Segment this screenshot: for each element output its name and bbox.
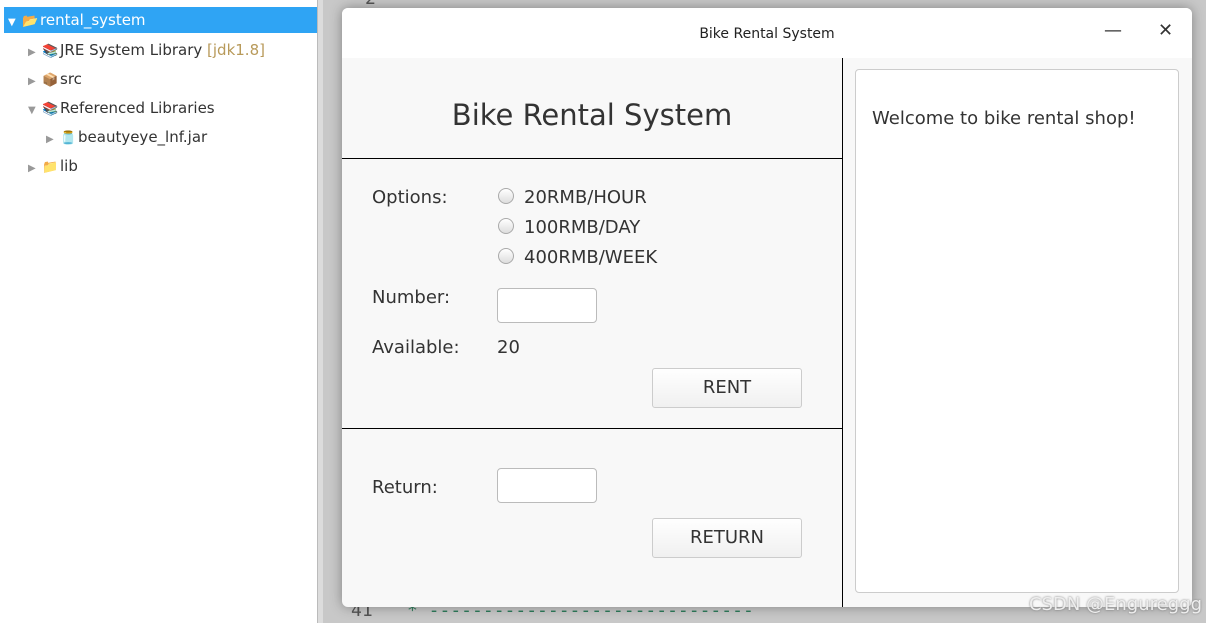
number-label: Number:: [372, 287, 451, 308]
project-icon: 📂: [22, 14, 39, 29]
number-input[interactable]: [497, 288, 597, 323]
jar-icon: 🫙: [60, 131, 77, 146]
tree-item-referenced-libraries[interactable]: ▼ 📚 Referenced Libraries: [28, 95, 215, 121]
available-value: 20: [497, 337, 520, 358]
return-button[interactable]: RETURN: [652, 518, 802, 558]
package-explorer: ▼ 📂 rental_system ▶ 📚 JRE System Library [jd…: [0, 0, 319, 623]
rent-button[interactable]: RENT: [652, 368, 802, 408]
bike-rental-window: Bike Rental System — ✕ Bike Rental Syste…: [342, 8, 1192, 607]
radio-label: 400RMB/WEEK: [524, 247, 658, 268]
available-label: Available:: [372, 337, 460, 358]
option-week-radio[interactable]: 400RMB/WEEK: [498, 247, 657, 268]
output-message: Welcome to bike rental shop!: [872, 108, 1136, 129]
jdk-version: [jdk1.8]: [207, 41, 265, 59]
expand-icon[interactable]: ▼: [28, 98, 42, 124]
tree-item-label: JRE System Library: [60, 41, 203, 59]
tree-item-jre[interactable]: ▶ 📚 JRE System Library [jdk1.8]: [28, 37, 265, 63]
option-hour-radio[interactable]: 20RMB/HOUR: [498, 187, 647, 208]
package-folder-icon: 📦: [42, 73, 59, 88]
output-text-area[interactable]: Welcome to bike rental shop!: [855, 69, 1179, 593]
expand-icon[interactable]: ▼: [8, 10, 22, 36]
heading: Bike Rental System: [451, 98, 733, 132]
divider: [342, 158, 842, 159]
radio-label: 20RMB/HOUR: [524, 187, 647, 208]
collapse-icon[interactable]: ▶: [28, 40, 42, 66]
tree-item-rental-system[interactable]: ▼ 📂 rental_system: [4, 7, 319, 33]
return-input[interactable]: [497, 468, 597, 503]
library-icon: 📚: [42, 44, 59, 59]
collapse-icon[interactable]: ▶: [46, 127, 60, 153]
collapse-icon[interactable]: ▶: [28, 69, 42, 95]
collapse-icon[interactable]: ▶: [28, 156, 42, 182]
close-button[interactable]: ✕: [1158, 20, 1173, 41]
form-panel: Bike Rental System Options: 20RMB/HOUR 1…: [342, 58, 843, 607]
options-label: Options:: [372, 187, 448, 208]
window-title: Bike Rental System: [699, 26, 835, 42]
tree-item-src[interactable]: ▶ 📦 src: [28, 66, 82, 92]
tree-item-lib[interactable]: ▶ 📁 lib: [28, 153, 78, 179]
tree-item-label: beautyeye_lnf.jar: [78, 128, 208, 146]
tree-item-label: src: [60, 70, 82, 88]
watermark: CSDN @Engureggg: [1028, 594, 1202, 615]
tree-item-label: Referenced Libraries: [60, 99, 215, 117]
return-label: Return:: [372, 477, 438, 498]
tree-item-jar[interactable]: ▶ 🫙 beautyeye_lnf.jar: [46, 124, 207, 150]
library-icon: 📚: [42, 102, 59, 117]
folder-icon: 📁: [42, 160, 59, 175]
tree-item-label: lib: [60, 157, 78, 175]
option-day-radio[interactable]: 100RMB/DAY: [498, 217, 640, 238]
title-bar[interactable]: Bike Rental System — ✕: [342, 8, 1192, 58]
radio-label: 100RMB/DAY: [524, 217, 641, 238]
divider: [342, 428, 842, 429]
minimize-button[interactable]: —: [1104, 20, 1122, 41]
tree-item-label: rental_system: [40, 11, 146, 29]
